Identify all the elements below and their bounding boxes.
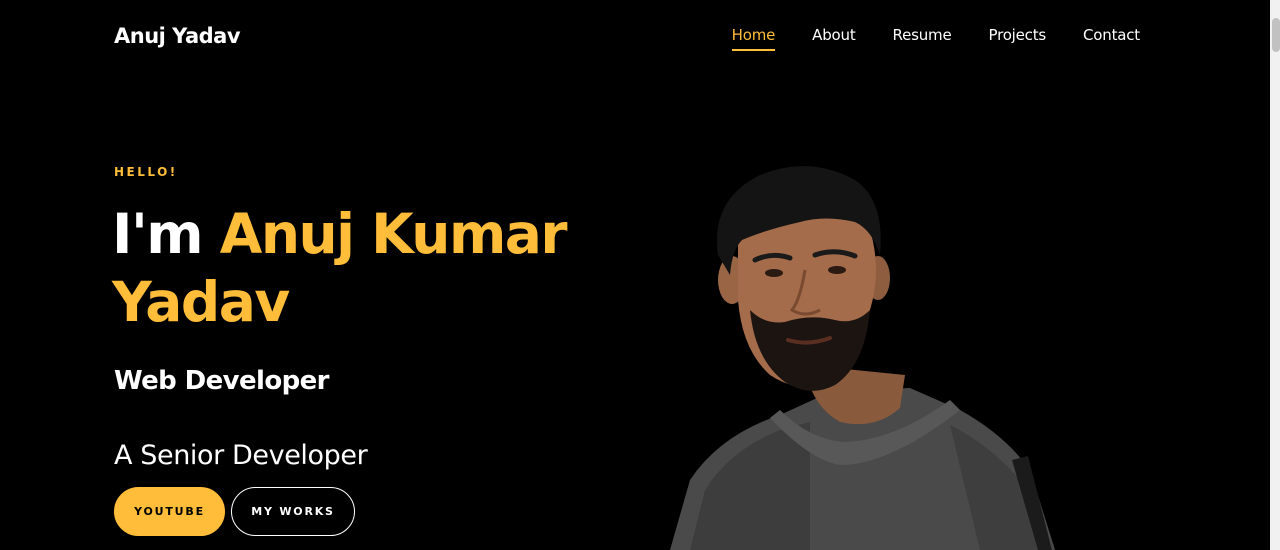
scrollbar-thumb[interactable] [1272, 18, 1280, 52]
nav-menu: Home About Resume Projects Contact [731, 26, 1140, 51]
page-scrollbar[interactable] [1270, 0, 1280, 550]
nav-item-projects[interactable]: Projects [988, 26, 1046, 51]
hero-role: Web Developer [114, 366, 329, 396]
hero-tagline: A Senior Developer [114, 440, 368, 471]
person-portrait [670, 166, 1055, 550]
nav-item-home[interactable]: Home [731, 26, 775, 51]
nav-item-contact[interactable]: Contact [1083, 26, 1140, 51]
nav-item-resume[interactable]: Resume [893, 26, 952, 51]
hero-greeting: HELLO! [114, 165, 178, 179]
hero-title: I'm Anuj Kumar Yadav [112, 200, 672, 336]
youtube-button[interactable]: YOUTUBE [114, 487, 225, 536]
my-works-button[interactable]: MY WORKS [231, 487, 355, 536]
navbar: Anuj Yadav Home About Resume Projects Co… [0, 0, 1270, 78]
nav-item-about[interactable]: About [812, 26, 856, 51]
hero-title-prefix: I'm [112, 202, 220, 266]
brand-logo[interactable]: Anuj Yadav [114, 24, 241, 48]
page: Anuj Yadav Home About Resume Projects Co… [0, 0, 1280, 550]
